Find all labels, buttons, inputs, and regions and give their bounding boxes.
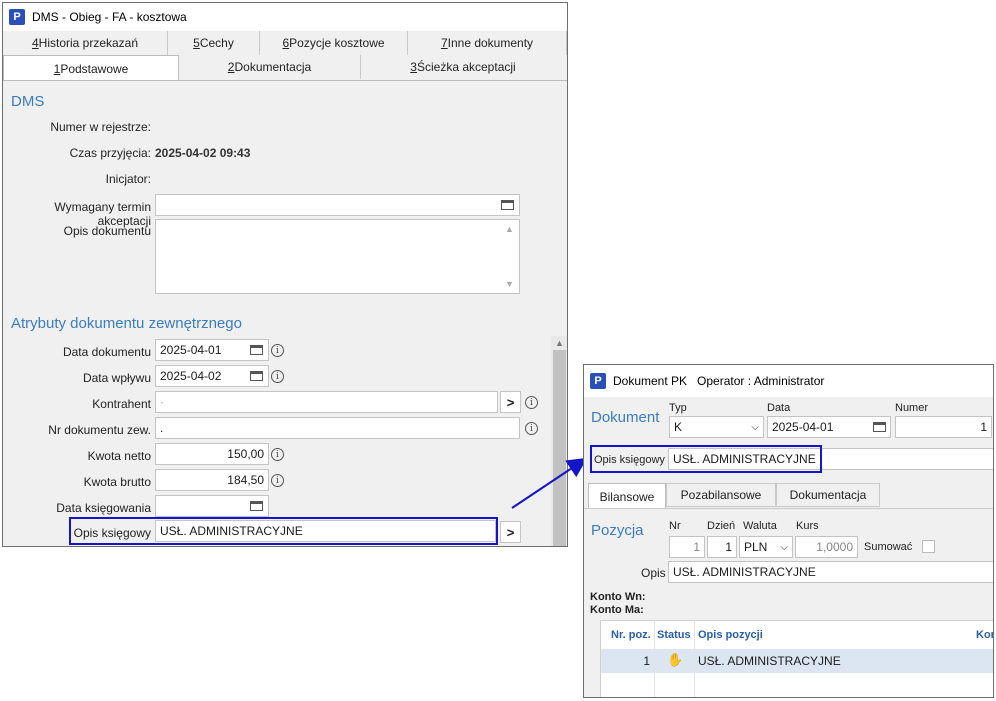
data-label: Data xyxy=(767,402,791,414)
grid-header-opis[interactable]: Opis pozycji xyxy=(698,629,763,641)
konto-ma-label: Konto Ma: xyxy=(590,604,644,616)
nr-label: Nr xyxy=(669,520,681,532)
row-nr: 1 xyxy=(643,654,650,668)
numer-field[interactable]: 1 xyxy=(895,416,992,438)
calendar-icon[interactable] xyxy=(869,417,889,437)
waluta-select[interactable]: PLN ⌵ xyxy=(739,536,793,558)
typ-label: Typ xyxy=(669,402,687,414)
kurs-field[interactable]: 1,0000 xyxy=(795,536,858,558)
pk-titlebar: P Dokument PK Operator : Administrator xyxy=(584,365,993,397)
grid-header-nr[interactable]: Nr. poz. xyxy=(611,629,651,641)
dzien-label: Dzień xyxy=(707,520,736,532)
table-row[interactable]: 1 ✋ USŁ. ADMINISTRACYJNE xyxy=(601,649,993,673)
app-icon: P xyxy=(590,373,606,389)
tab-bilansowe[interactable]: Bilansowe xyxy=(588,483,666,509)
opis-field[interactable]: USŁ. ADMINISTRACYJNE xyxy=(668,561,993,583)
waluta-label: Waluta xyxy=(743,520,777,532)
window-title: Dokument PK Operator : Administrator xyxy=(613,374,825,388)
nr-field[interactable]: 1 xyxy=(669,536,705,558)
hand-icon: ✋ xyxy=(667,652,684,667)
tab-pozabilansowe[interactable]: Pozabilansowe xyxy=(666,483,776,507)
sumowac-checkbox[interactable] xyxy=(922,540,935,553)
grid-header-konto[interactable]: Kon xyxy=(976,629,993,641)
typ-select[interactable]: K ⌵ xyxy=(669,416,764,438)
chevron-down-icon[interactable]: ⌵ xyxy=(751,422,759,433)
sumowac-label: Sumować xyxy=(864,541,913,553)
positions-grid: Nr. poz. Status Opis pozycji Kon 1 ✋ USŁ… xyxy=(600,620,993,697)
opis-label: Opis xyxy=(641,566,666,580)
tab-dokumentacja[interactable]: Dokumentacja xyxy=(776,483,880,507)
pk-window: P Dokument PK Operator : Administrator D… xyxy=(583,364,994,698)
section-dokument: Dokument xyxy=(591,409,660,426)
section-pozycja: Pozycja xyxy=(591,522,644,539)
kurs-label: Kurs xyxy=(796,520,819,532)
row-opis: USŁ. ADMINISTRACYJNE xyxy=(698,654,841,668)
numer-label: Numer xyxy=(895,402,929,414)
grid-header-status[interactable]: Status xyxy=(657,629,691,641)
highlight-box xyxy=(590,445,822,473)
dzien-field[interactable]: 1 xyxy=(707,536,737,558)
col-divider xyxy=(654,621,655,697)
col-divider xyxy=(694,621,695,697)
pk-tab-row: Bilansowe Pozabilansowe Dokumentacja xyxy=(588,483,880,509)
chevron-down-icon[interactable]: ⌵ xyxy=(780,542,788,553)
konto-wn-label: Konto Wn: xyxy=(590,591,646,603)
